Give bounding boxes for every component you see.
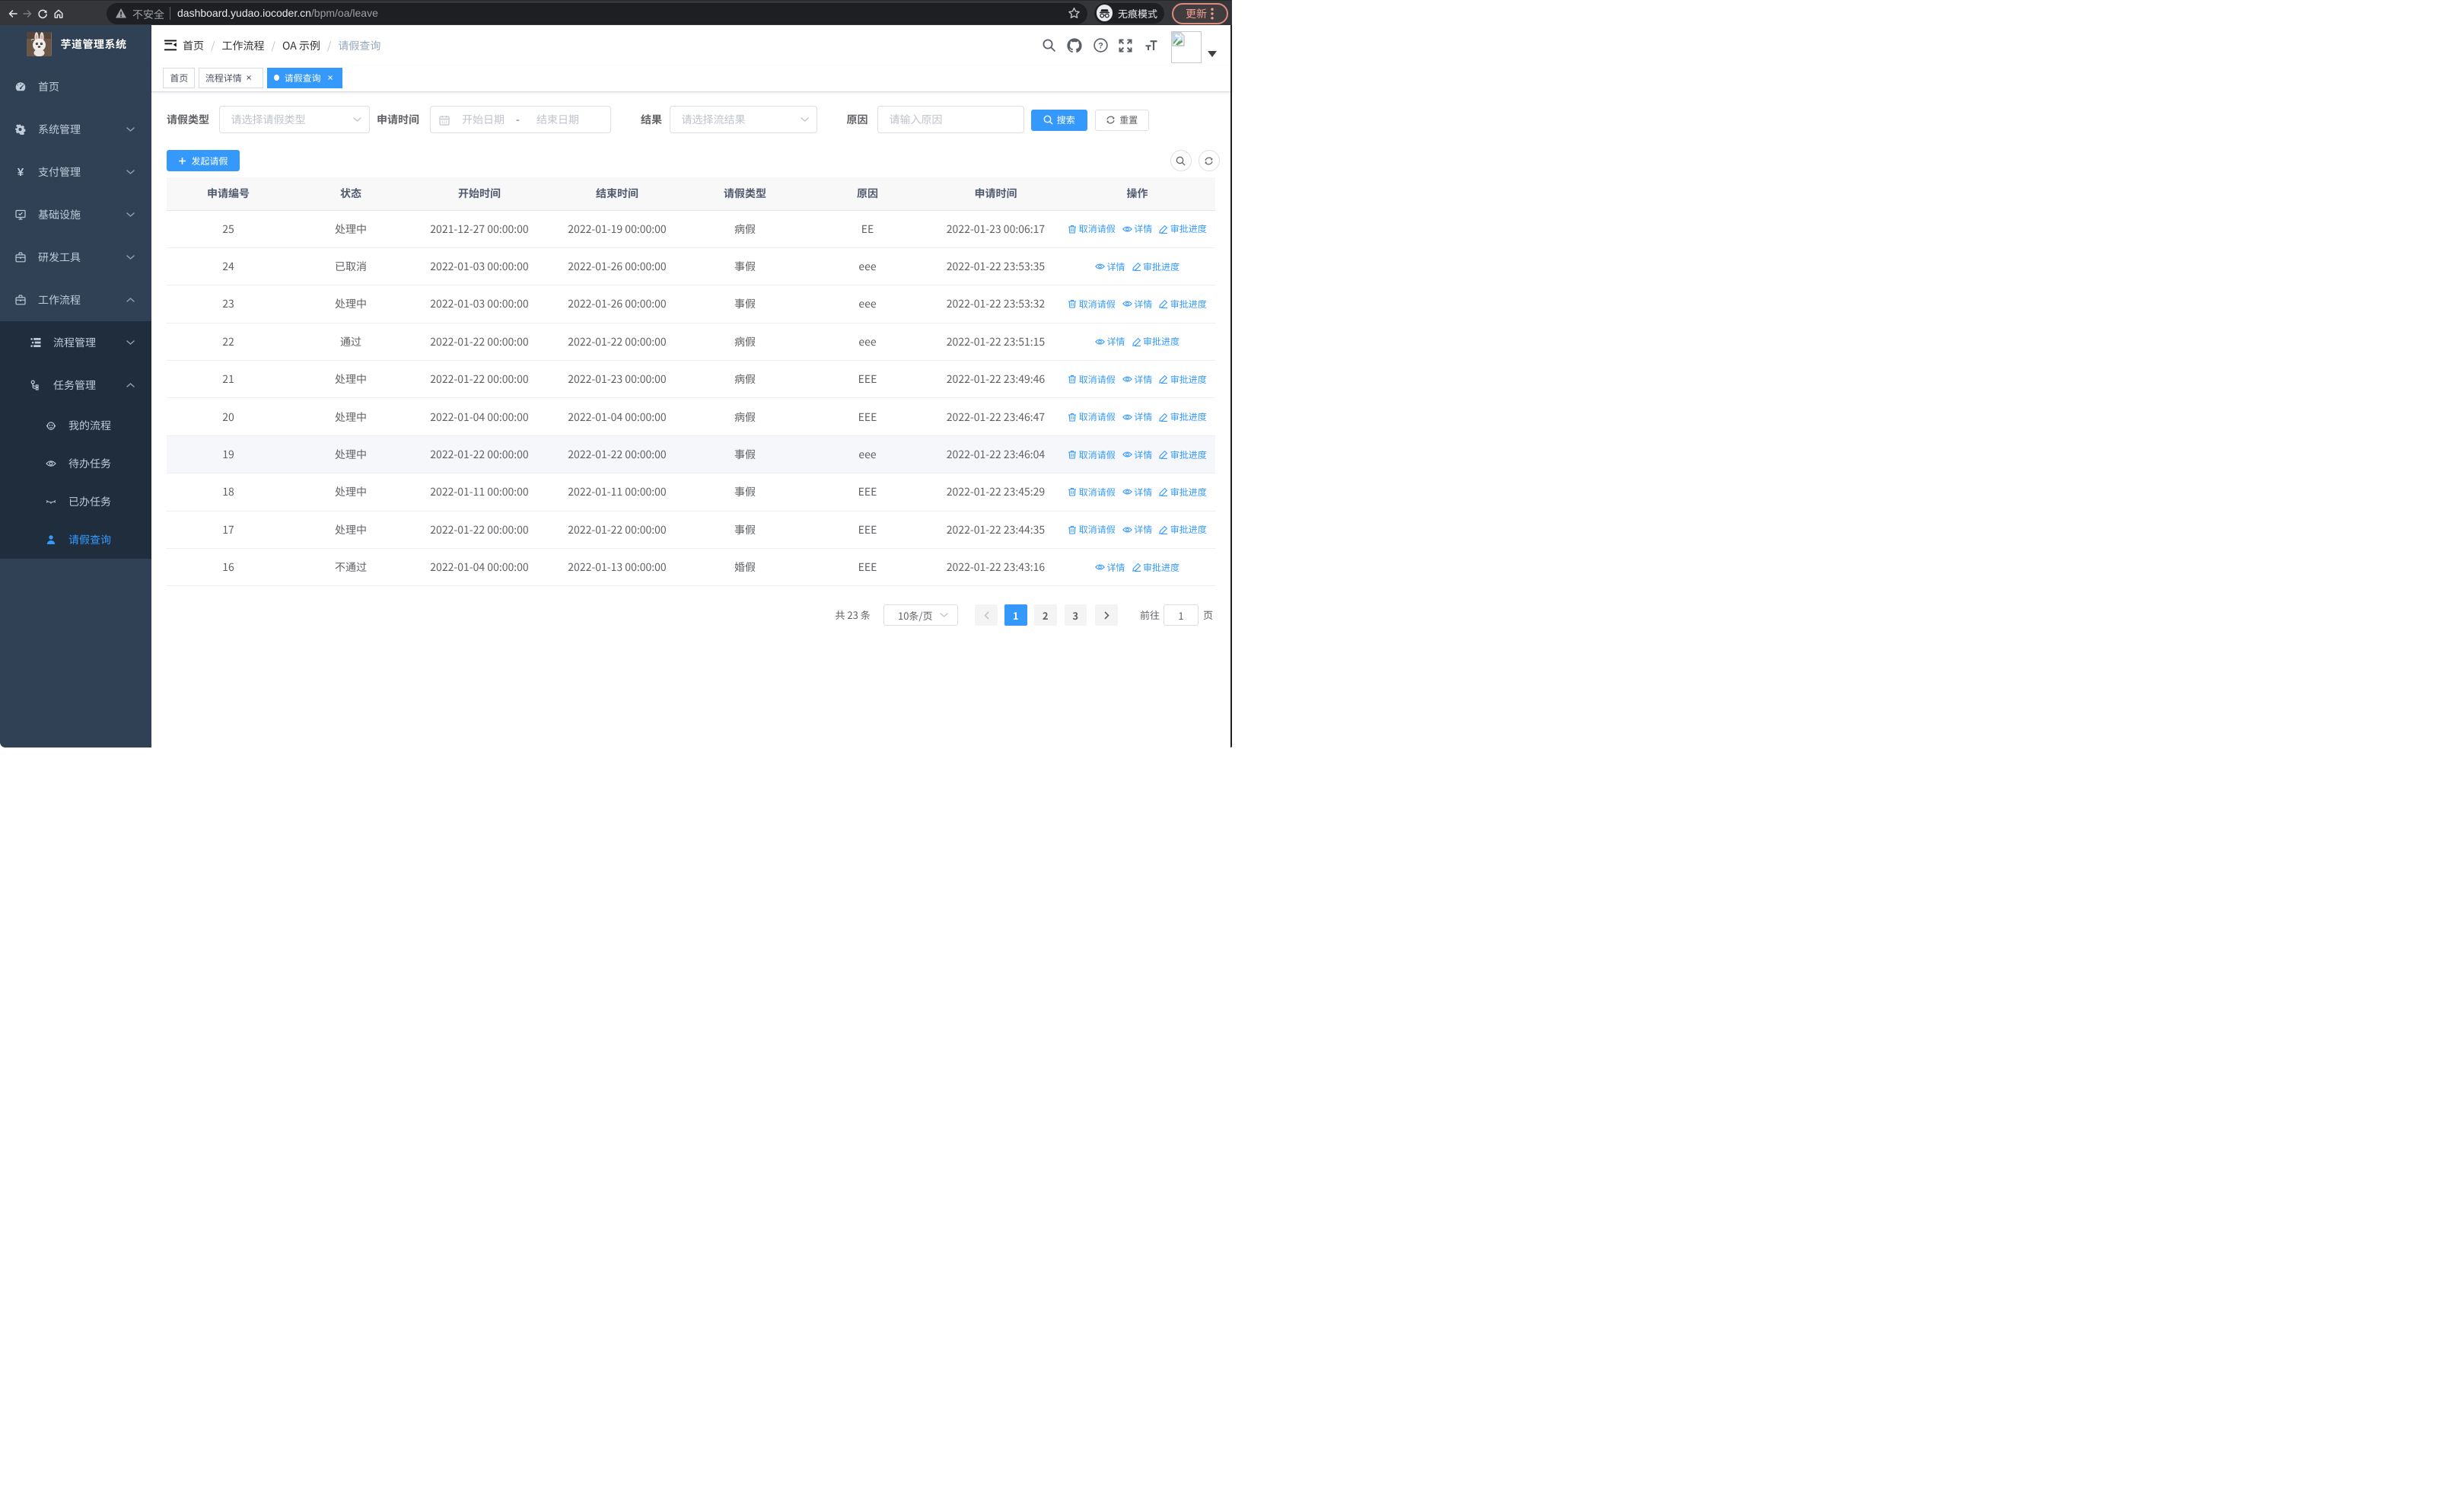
svg-text:?: ? xyxy=(1098,41,1103,50)
